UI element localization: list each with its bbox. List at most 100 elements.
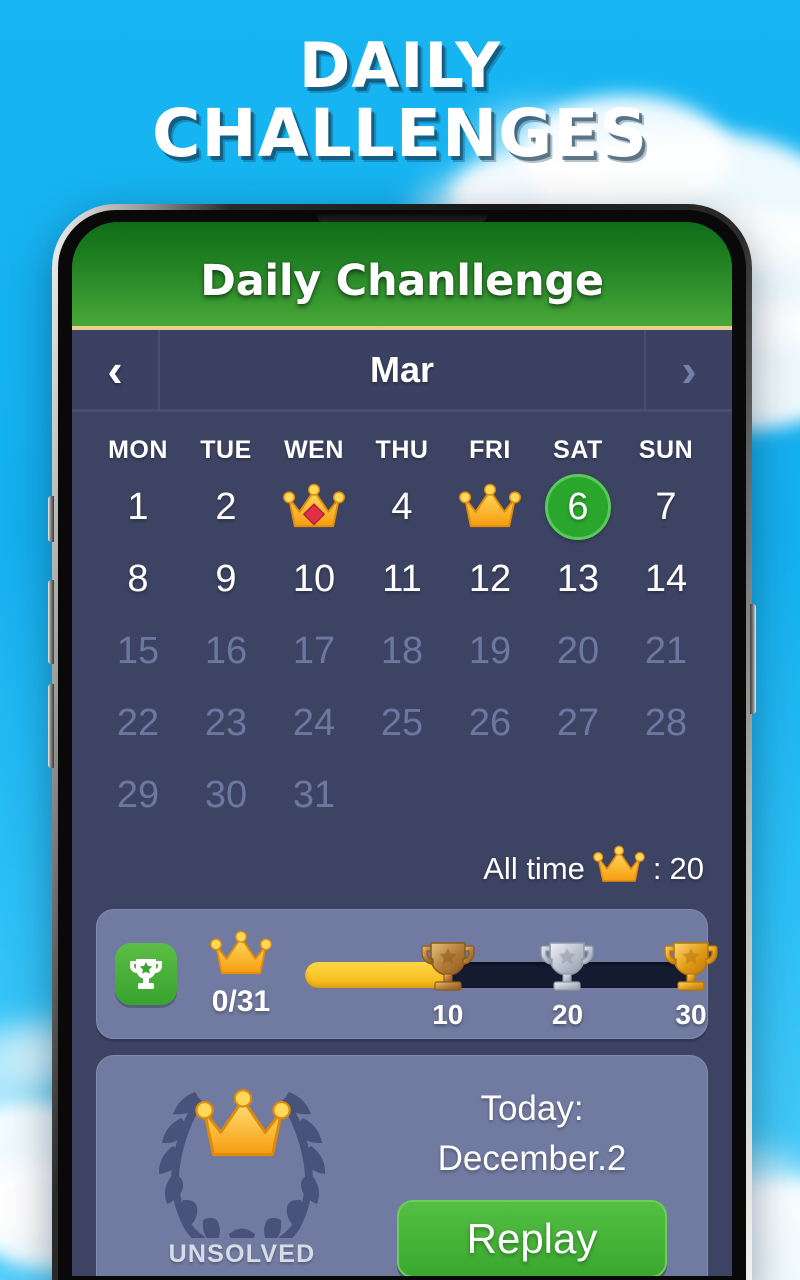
laurel-wreath-icon bbox=[137, 1070, 347, 1238]
trophy-bronze-icon bbox=[417, 938, 479, 1001]
chevron-left-icon[interactable]: ‹ bbox=[72, 330, 160, 409]
calendar-day-cell[interactable]: 17 bbox=[270, 615, 358, 687]
milestone-bronze: 10 bbox=[417, 938, 479, 1031]
calendar-day-cell[interactable]: 22 bbox=[94, 687, 182, 759]
calendar-day-header: MON bbox=[108, 436, 168, 464]
replay-button[interactable]: Replay bbox=[397, 1200, 667, 1276]
calendar-day-number: 28 bbox=[644, 701, 688, 744]
calendar-day-cell[interactable]: 1 bbox=[94, 471, 182, 543]
phone-bezel: Daily Chanllenge ‹ Mar › MON TUE WEN THU FRI… bbox=[58, 210, 746, 1280]
crown-icon bbox=[210, 930, 272, 983]
calendar-day-header: THU bbox=[375, 436, 429, 464]
calendar-day-number: 23 bbox=[204, 701, 248, 744]
calendar-day-cell[interactable]: 20 bbox=[534, 615, 622, 687]
calendar-day-cell[interactable]: 13 bbox=[534, 543, 622, 615]
all-time-crowns: All time : 20 bbox=[72, 845, 704, 893]
app-header: Daily Chanllenge bbox=[72, 222, 732, 330]
calendar-day-cell[interactable]: 21 bbox=[622, 615, 710, 687]
phone-power-button[interactable] bbox=[750, 604, 756, 714]
calendar-day-cell[interactable]: 10 bbox=[270, 543, 358, 615]
calendar-day-cell[interactable]: 12 bbox=[446, 543, 534, 615]
calendar-day-cell[interactable]: 11 bbox=[358, 543, 446, 615]
calendar-day-header: WEN bbox=[284, 436, 344, 464]
calendar-day-number: 17 bbox=[292, 629, 336, 672]
calendar-day-cell[interactable]: 28 bbox=[622, 687, 710, 759]
phone-earpiece-slot bbox=[317, 214, 487, 222]
calendar-day-cell[interactable]: 14 bbox=[622, 543, 710, 615]
calendar-day-grid: 12 4 6 7 8 9 10 11 12 13 14 15 16 17 18 19 20 21 22 23 24 2… bbox=[94, 471, 710, 831]
calendar-day-number: 1 bbox=[127, 485, 149, 528]
calendar-day-number: 6 bbox=[567, 485, 589, 528]
all-time-value: 20 bbox=[669, 851, 704, 886]
milestone-silver: 20 bbox=[536, 938, 598, 1031]
calendar-day-cell[interactable]: 15 bbox=[94, 615, 182, 687]
calendar-day-cell[interactable]: 19 bbox=[446, 615, 534, 687]
phone-volume-down-button[interactable] bbox=[48, 684, 54, 768]
calendar-day-number: 4 bbox=[391, 485, 413, 528]
calendar-day-number: 18 bbox=[380, 629, 424, 672]
calendar-day-cell[interactable]: 6 bbox=[534, 471, 622, 543]
calendar-week-row: 1 2 4 6 7 bbox=[94, 471, 710, 543]
today-label: Today: bbox=[480, 1089, 584, 1128]
crown-icon bbox=[593, 845, 645, 893]
calendar-day-cell[interactable]: 7 bbox=[622, 471, 710, 543]
chevron-right-icon[interactable]: › bbox=[644, 330, 732, 409]
calendar-cell-empty bbox=[534, 759, 622, 831]
app-screen: Daily Chanllenge ‹ Mar › MON TUE WEN THU FRI… bbox=[72, 222, 732, 1276]
calendar-day-number: 19 bbox=[468, 629, 512, 672]
calendar-day-cell[interactable]: 9 bbox=[182, 543, 270, 615]
calendar-day-number: 22 bbox=[116, 701, 160, 744]
trophy-badge-icon[interactable] bbox=[115, 943, 177, 1005]
calendar-day-headers: MON TUE WEN THU FRI SAT SUN bbox=[94, 428, 710, 471]
calendar-day-number: 15 bbox=[116, 629, 160, 672]
calendar-day-cell[interactable]: 30 bbox=[182, 759, 270, 831]
calendar-week-row: 8 9 10 11 12 13 14 bbox=[94, 543, 710, 615]
milestone-label: 30 bbox=[675, 999, 707, 1030]
calendar-day-cell[interactable]: 16 bbox=[182, 615, 270, 687]
status-badge: UNSOLVED bbox=[168, 1240, 316, 1268]
calendar-day-cell[interactable]: 24 bbox=[270, 687, 358, 759]
trophy-silver-icon bbox=[536, 938, 598, 1001]
calendar-cell-empty bbox=[622, 759, 710, 831]
calendar-day-number: 11 bbox=[382, 557, 422, 600]
calendar-day-number: 9 bbox=[215, 557, 237, 600]
phone-volume-up-button[interactable] bbox=[48, 580, 54, 664]
milestone-gold: 30 bbox=[660, 938, 722, 1031]
calendar-day-cell[interactable]: 4 bbox=[358, 471, 446, 543]
calendar-day-number: 7 bbox=[655, 485, 677, 528]
calendar-day-number: 16 bbox=[204, 629, 248, 672]
all-time-label: All time bbox=[483, 851, 585, 886]
calendar-day-number: 31 bbox=[292, 773, 336, 816]
today-info-column: Today: December.2 Replay bbox=[377, 1070, 687, 1276]
progress-panel: 0/31 10 20 30 bbox=[96, 909, 718, 1039]
calendar-day-cell[interactable]: 27 bbox=[534, 687, 622, 759]
calendar-day-number: 10 bbox=[292, 557, 336, 600]
calendar-cell-empty bbox=[446, 759, 534, 831]
calendar-day-cell[interactable]: 23 bbox=[182, 687, 270, 759]
calendar-day-number: 2 bbox=[215, 485, 237, 528]
calendar-day-cell[interactable]: 29 bbox=[94, 759, 182, 831]
calendar-day-cell[interactable]: 31 bbox=[270, 759, 358, 831]
month-navigation: ‹ Mar › bbox=[72, 330, 732, 412]
trophy-gold-icon bbox=[660, 938, 722, 1001]
replay-button-label: Replay bbox=[466, 1215, 598, 1262]
calendar-day-cell[interactable]: 25 bbox=[358, 687, 446, 759]
today-highlight: 6 bbox=[545, 474, 611, 540]
calendar-week-row: 15 16 17 18 19 20 21 bbox=[94, 615, 710, 687]
calendar-day-cell[interactable] bbox=[446, 471, 534, 543]
calendar-day-cell[interactable] bbox=[270, 471, 358, 543]
calendar-day-number: 26 bbox=[468, 701, 512, 744]
month-label: Mar bbox=[369, 348, 435, 390]
promo-line-2: CHALLENGES bbox=[152, 95, 648, 172]
calendar-day-cell[interactable]: 2 bbox=[182, 471, 270, 543]
today-panel: UNSOLVED Today: December.2 Replay bbox=[96, 1055, 708, 1276]
calendar-day-number: 29 bbox=[116, 773, 160, 816]
calendar-week-row: 29 30 31 bbox=[94, 759, 710, 831]
calendar-day-number: 12 bbox=[468, 557, 512, 600]
phone-mute-switch[interactable] bbox=[48, 496, 54, 542]
calendar-day-cell[interactable]: 8 bbox=[94, 543, 182, 615]
calendar-day-cell[interactable]: 26 bbox=[446, 687, 534, 759]
calendar-day-number: 25 bbox=[380, 701, 424, 744]
calendar-day-cell[interactable]: 18 bbox=[358, 615, 446, 687]
calendar-day-header: SAT bbox=[553, 436, 603, 464]
